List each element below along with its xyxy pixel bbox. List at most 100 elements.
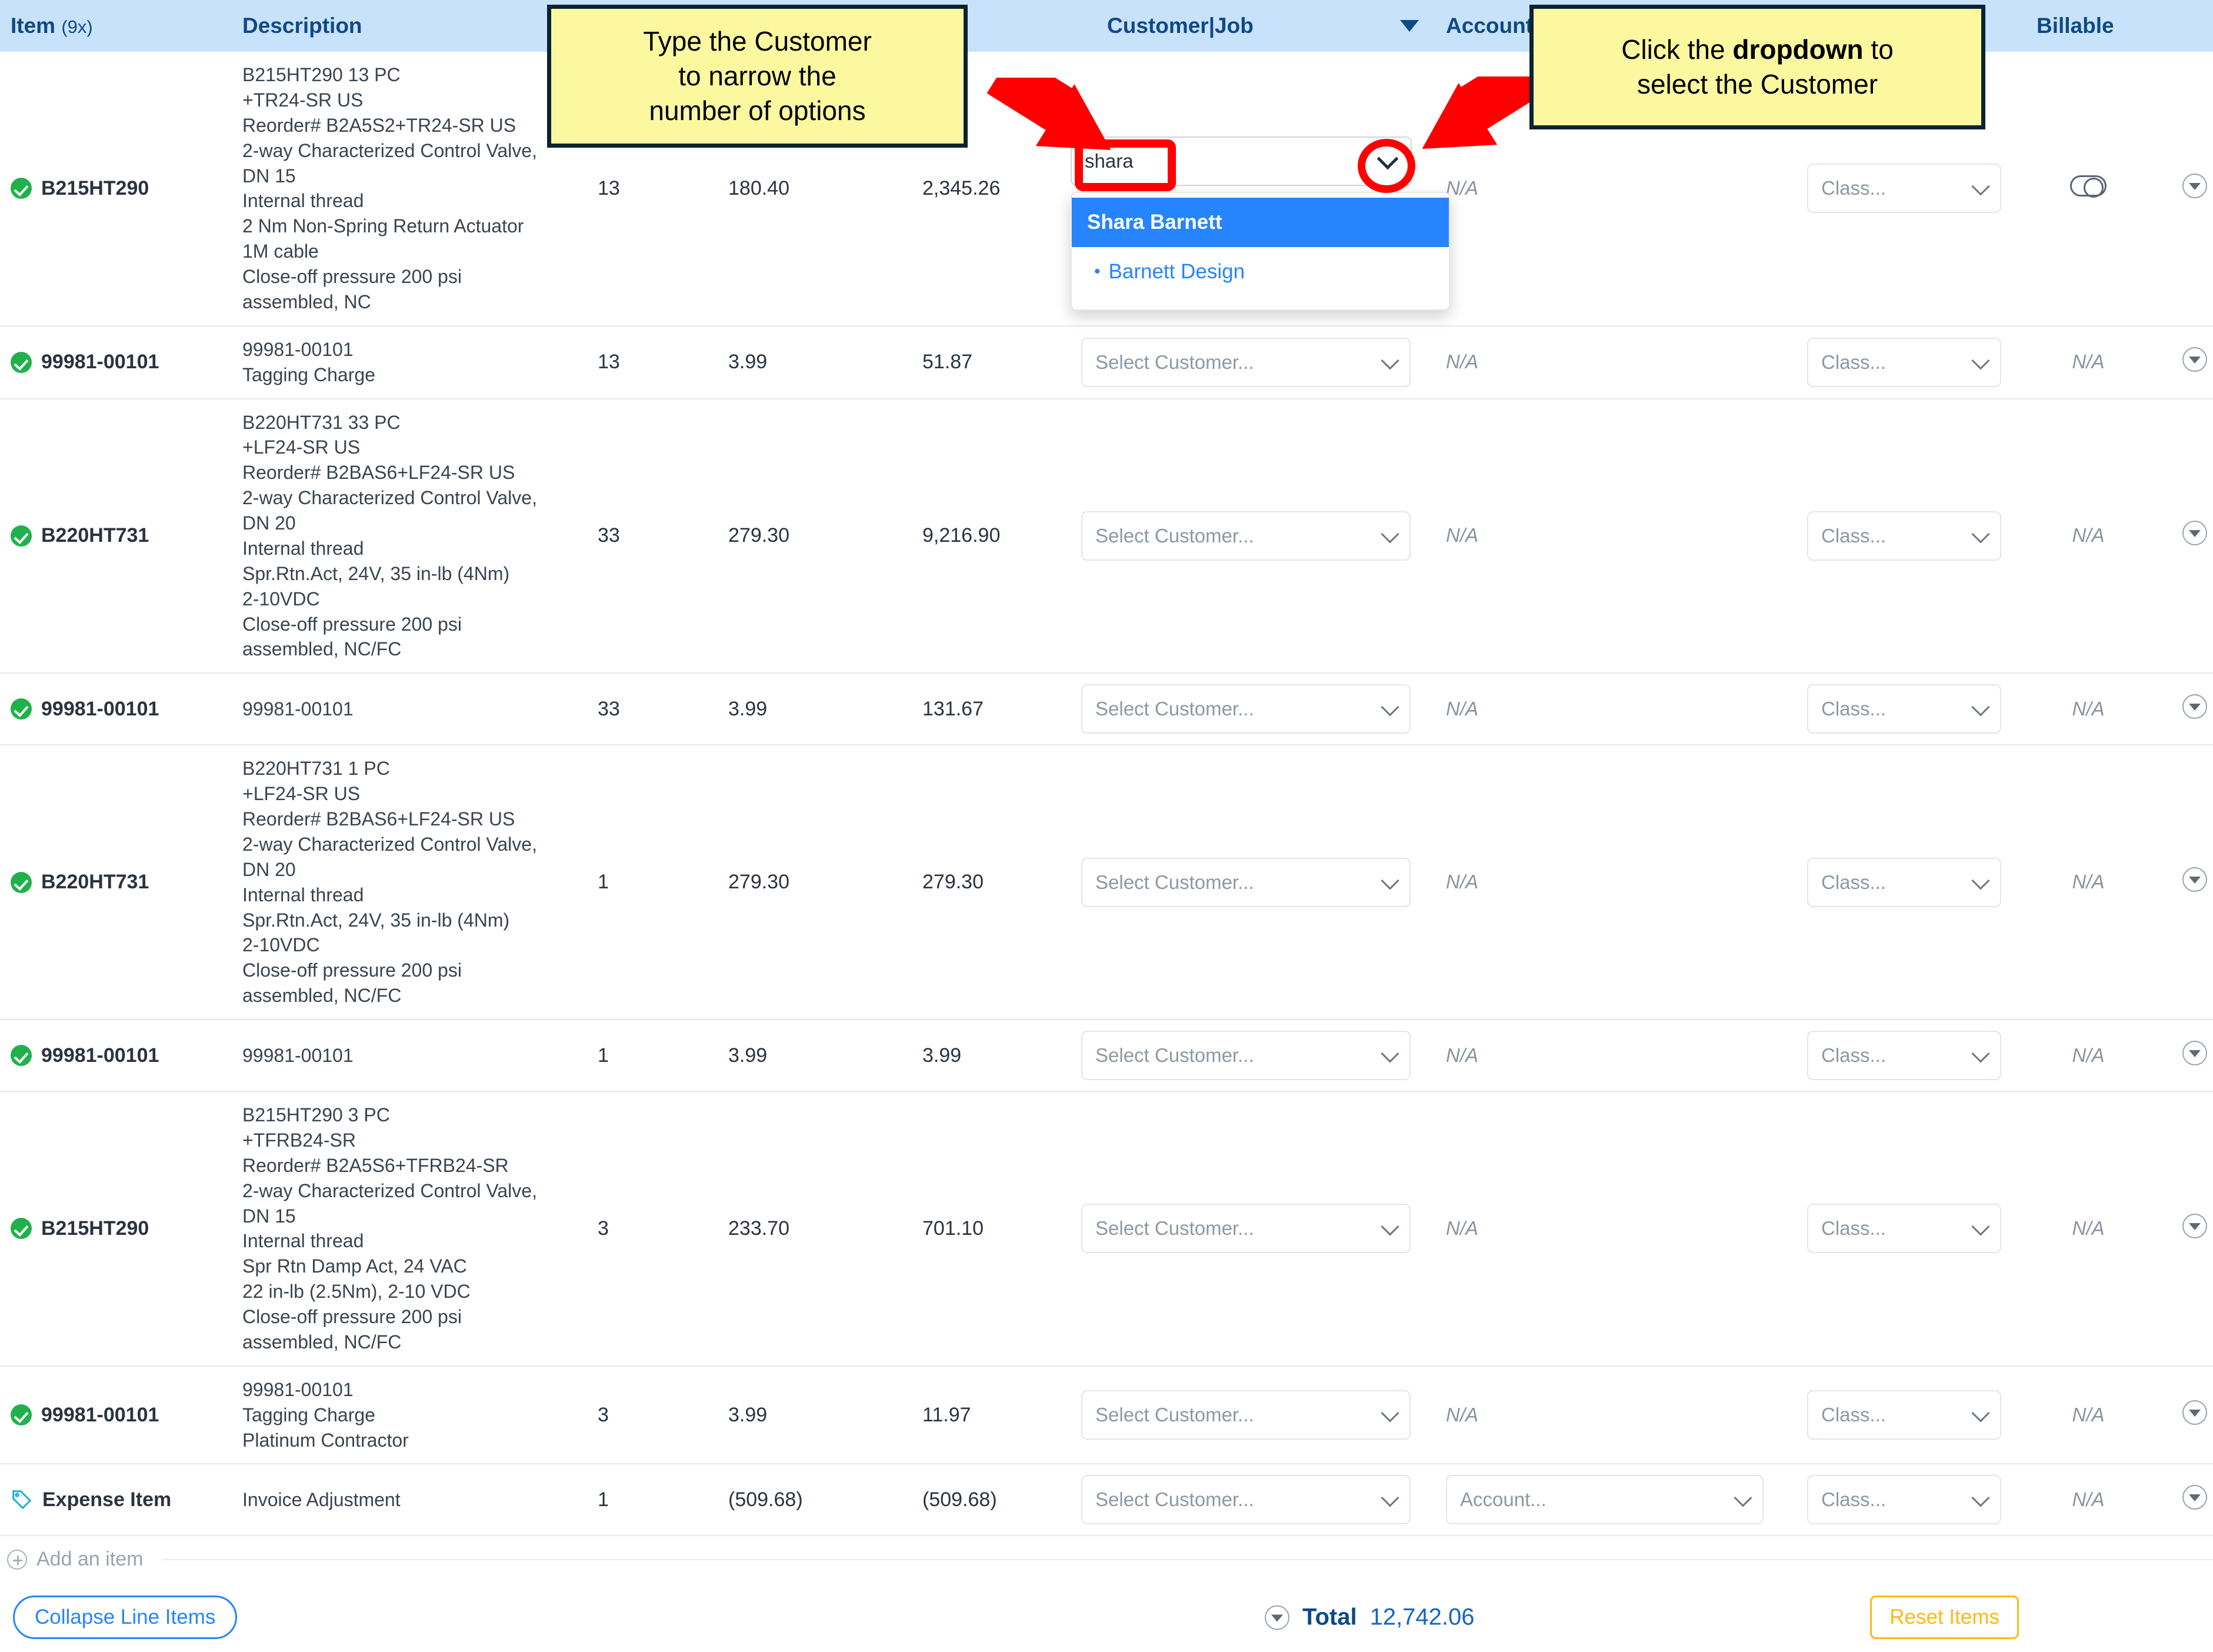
customer-select-value: Select Customer...: [1095, 1217, 1254, 1240]
row-expand-icon[interactable]: [2182, 347, 2207, 372]
customer-search-input[interactable]: shara: [1071, 136, 1412, 186]
account-na-text: N/A: [1446, 1044, 1479, 1066]
row-class-cell: Class...: [1800, 673, 2001, 746]
item-code: 99981-00101: [41, 697, 159, 720]
dropdown-option-customer-label: Shara Barnett: [1087, 211, 1222, 234]
row-description: Invoice Adjustment: [235, 1464, 565, 1537]
table-row: B215HT290 B215HT290 3 PC +TFRB24-SR Reor…: [0, 1091, 2213, 1367]
class-select[interactable]: Class...: [1807, 1204, 2001, 1254]
row-expander-cell: [2177, 1365, 2213, 1465]
green-check-icon: [11, 1045, 32, 1066]
item-code: B215HT290: [41, 1217, 149, 1240]
green-check-icon: [11, 525, 32, 547]
row-amount: 11.97: [906, 1365, 1071, 1465]
column-header-customer-job-label: Customer|Job: [1107, 14, 1254, 38]
row-rate: 3.99: [712, 1020, 906, 1092]
billable-na-text: N/A: [2072, 697, 2105, 720]
dropdown-option-customer[interactable]: Shara Barnett: [1072, 198, 1449, 247]
row-expand-icon[interactable]: [2182, 521, 2207, 546]
row-amount: 3.99: [906, 1020, 1071, 1092]
row-rate: 279.30: [712, 745, 906, 1020]
chevron-down-icon: [1381, 351, 1399, 370]
table-row: B220HT731 B220HT731 1 PC +LF24-SR US Reo…: [0, 745, 2213, 1020]
add-an-item-row[interactable]: Add an item: [0, 1536, 2213, 1583]
class-select-value: Class...: [1821, 351, 1887, 373]
customer-select[interactable]: Select Customer...: [1081, 511, 1411, 561]
customer-select-value: Select Customer...: [1095, 1488, 1254, 1511]
customer-select[interactable]: Select Customer...: [1081, 1204, 1411, 1254]
customer-select-value: Select Customer...: [1095, 524, 1254, 547]
chevron-down-icon: [1971, 525, 1990, 544]
plus-circle-icon: [7, 1549, 27, 1570]
row-account: N/A: [1435, 1365, 1800, 1465]
row-expand-icon[interactable]: [2182, 694, 2207, 719]
callout-line-1: Type the Customer: [643, 26, 872, 57]
row-account-cell: Account...: [1435, 1464, 1800, 1537]
row-expand-icon[interactable]: [2182, 1040, 2207, 1065]
class-select[interactable]: Class...: [1807, 164, 2001, 214]
column-header-description[interactable]: Description: [235, 0, 565, 52]
row-expand-icon[interactable]: [2182, 867, 2207, 892]
callout-line-2: to narrow the: [678, 61, 836, 92]
dropdown-option-job[interactable]: • Barnett Design: [1072, 247, 1449, 297]
row-billable-cell: N/A: [2000, 325, 2177, 399]
customer-select-value: Select Customer...: [1095, 698, 1254, 720]
customer-select[interactable]: Select Customer...: [1081, 1475, 1411, 1525]
row-expand-icon[interactable]: [2182, 1213, 2207, 1238]
dropdown-chevron-icon[interactable]: [1377, 148, 1399, 170]
row-amount: 51.87: [906, 325, 1071, 399]
class-select[interactable]: Class...: [1807, 337, 2001, 387]
account-select-value: Account...: [1460, 1488, 1547, 1511]
billable-na-text: N/A: [2072, 1488, 2105, 1510]
row-expander-cell: [2177, 398, 2213, 674]
collapse-line-items-button[interactable]: Collapse Line Items: [13, 1596, 238, 1640]
row-description: B215HT290 3 PC +TFRB24-SR Reorder# B2A5S…: [235, 1091, 565, 1367]
class-select[interactable]: Class...: [1807, 857, 2001, 907]
customer-select[interactable]: Select Customer...: [1081, 857, 1411, 907]
customer-select[interactable]: Select Customer...: [1081, 684, 1411, 734]
customer-select[interactable]: Select Customer...: [1081, 1031, 1411, 1080]
chevron-down-icon: [1971, 1404, 1990, 1423]
row-customer-cell: Select Customer...: [1071, 1464, 1435, 1537]
reset-items-button[interactable]: Reset Items: [1870, 1596, 2019, 1640]
account-select[interactable]: Account...: [1446, 1475, 1764, 1525]
row-expander-cell: [2177, 1091, 2213, 1367]
row-billable-cell: [2000, 52, 2177, 327]
column-header-item[interactable]: Item (9x): [0, 0, 235, 52]
account-na-text: N/A: [1446, 176, 1479, 199]
chevron-down-icon: [1381, 871, 1399, 890]
row-qty: 13: [565, 325, 712, 399]
account-na-text: N/A: [1446, 1217, 1479, 1239]
column-header-billable[interactable]: Billable: [2000, 0, 2177, 52]
row-expand-icon[interactable]: [2182, 1484, 2207, 1510]
row-expand-icon[interactable]: [2182, 1400, 2207, 1425]
account-na-text: N/A: [1446, 697, 1479, 720]
billable-toggle[interactable]: [2070, 175, 2107, 198]
row-customer-cell: Select Customer...: [1071, 1091, 1435, 1367]
class-select-value: Class...: [1821, 698, 1887, 720]
class-select[interactable]: Class...: [1807, 684, 2001, 734]
row-expander-cell: [2177, 1464, 2213, 1537]
row-class-cell: Class...: [1800, 1020, 2001, 1092]
chevron-down-icon: [1381, 1217, 1399, 1236]
class-select[interactable]: Class...: [1807, 1390, 2001, 1440]
customer-select[interactable]: Select Customer...: [1081, 337, 1411, 387]
class-select[interactable]: Class...: [1807, 1031, 2001, 1080]
account-na-text: N/A: [1446, 1403, 1479, 1425]
row-description: B215HT290 13 PC +TR24-SR US Reorder# B2A…: [235, 52, 565, 327]
row-qty: 33: [565, 673, 712, 746]
item-code: B220HT731: [41, 871, 149, 894]
sort-caret-down-icon[interactable]: [1400, 20, 1419, 32]
class-select[interactable]: Class...: [1807, 1475, 2001, 1525]
row-rate: 3.99: [712, 325, 906, 399]
class-select[interactable]: Class...: [1807, 511, 2001, 561]
row-account: N/A: [1435, 1020, 1800, 1092]
row-customer-cell: Select Customer...: [1071, 673, 1435, 746]
customer-select[interactable]: Select Customer...: [1081, 1390, 1411, 1440]
column-header-customer-job[interactable]: Customer|Job: [1071, 0, 1435, 52]
row-expander-cell: [2177, 1020, 2213, 1092]
row-expand-icon[interactable]: [2182, 173, 2207, 198]
total-expand-icon[interactable]: [1265, 1605, 1289, 1630]
add-an-item-label: Add an item: [36, 1548, 144, 1571]
row-billable-cell: N/A: [2000, 745, 2177, 1020]
